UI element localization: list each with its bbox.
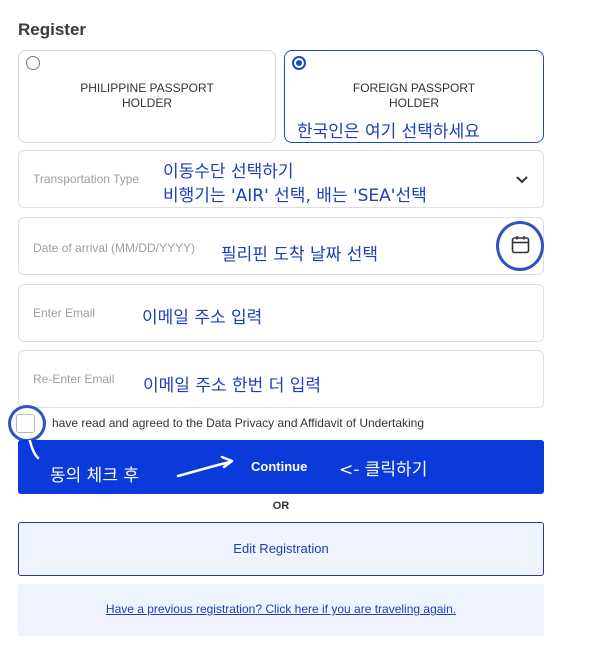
page-title: Register xyxy=(18,20,87,39)
annotation-reemail: 이메일 주소 한번 더 입력 xyxy=(143,376,322,396)
annotation-transport-line2: 비행기는 'AIR' 선택, 배는 'SEA'선택 xyxy=(163,186,427,206)
annotation-email: 이메일 주소 입력 xyxy=(142,308,263,328)
foreign-passport-radio[interactable] xyxy=(292,56,306,70)
annotation-calendar-circle xyxy=(496,221,544,271)
previous-registration-box: Have a previous registration? Click here… xyxy=(18,584,544,636)
annotation-arrival: 필리핀 도착 날짜 선택 xyxy=(221,245,378,265)
reemail-placeholder: Re-Enter Email xyxy=(33,372,115,386)
annotation-arrows xyxy=(28,440,234,478)
or-divider: OR xyxy=(272,500,290,512)
transportation-type-select[interactable]: Transportation Type 이동수단 선택하기 비행기는 'AIR'… xyxy=(18,150,544,208)
edit-registration-label: Edit Registration xyxy=(233,541,329,556)
email-field[interactable]: Enter Email 이메일 주소 입력 xyxy=(18,284,544,342)
philippine-passport-label: PHILIPPINE PASSPORT HOLDER xyxy=(80,81,214,110)
reenter-email-field[interactable]: Re-Enter Email 이메일 주소 한번 더 입력 xyxy=(18,350,544,408)
edit-registration-button[interactable]: Edit Registration xyxy=(18,522,544,576)
foreign-passport-option[interactable]: FOREIGN PASSPORT HOLDER 한국인은 여기 선택하세요 xyxy=(284,50,544,143)
transportation-placeholder: Transportation Type xyxy=(33,172,140,186)
annotation-select-here: 한국인은 여기 선택하세요 xyxy=(297,122,480,142)
email-placeholder: Enter Email xyxy=(33,306,96,320)
foreign-passport-label: FOREIGN PASSPORT HOLDER xyxy=(352,81,476,110)
arrival-date-field[interactable]: Date of arrival (MM/DD/YYYY) 필리핀 도착 날짜 선… xyxy=(18,217,544,275)
annotation-transport-line1: 이동수단 선택하기 xyxy=(163,162,294,182)
annotation-checkbox-circle xyxy=(8,405,46,442)
philippine-passport-option[interactable]: PHILIPPINE PASSPORT HOLDER xyxy=(18,50,276,143)
agree-label: have read and agreed to the Data Privacy… xyxy=(52,416,425,430)
chevron-down-icon[interactable] xyxy=(515,172,529,186)
philippine-passport-radio[interactable] xyxy=(26,56,40,70)
previous-registration-link[interactable]: Have a previous registration? Click here… xyxy=(18,602,544,616)
continue-button[interactable]: Continue 동의 체크 후 <- 클릭하기 xyxy=(18,440,544,494)
arrival-placeholder: Date of arrival (MM/DD/YYYY) xyxy=(33,241,196,255)
